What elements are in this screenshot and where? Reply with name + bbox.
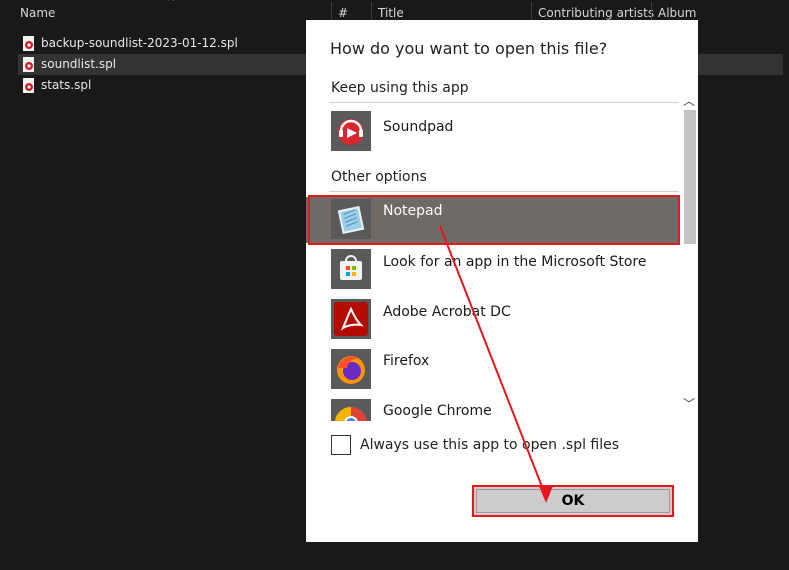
spl-file-icon (23, 78, 34, 93)
app-option-adobe-acrobat[interactable]: Adobe Acrobat DC (306, 297, 680, 343)
app-option-microsoft-store[interactable]: Look for an app in the Microsoft Store (306, 247, 680, 293)
store-icon (331, 249, 371, 289)
app-name: Look for an app in the Microsoft Store (383, 254, 647, 270)
column-number[interactable]: # (338, 6, 348, 20)
always-use-label: Always use this app to open .spl files (360, 437, 620, 453)
file-name: stats.spl (41, 78, 92, 92)
scroll-up-icon[interactable]: ︿ (683, 92, 695, 109)
scrollbar-thumb[interactable] (684, 110, 696, 244)
open-with-dialog: How do you want to open this file? Keep … (306, 20, 698, 542)
file-name: soundlist.spl (41, 57, 117, 71)
chrome-icon (331, 399, 371, 421)
app-option-firefox[interactable]: Firefox (306, 347, 680, 393)
soundpad-icon (331, 111, 371, 151)
scroll-down-icon[interactable]: ﹀ (683, 395, 695, 412)
spl-file-icon (23, 36, 34, 51)
app-name: Adobe Acrobat DC (383, 304, 511, 320)
acrobat-icon (331, 299, 371, 339)
ok-button-focus-ring (476, 489, 670, 513)
app-option-google-chrome[interactable]: Google Chrome (306, 397, 680, 421)
column-album[interactable]: Album (658, 6, 696, 20)
file-name: backup-soundlist-2023-01-12.spl (41, 36, 238, 50)
dialog-title: How do you want to open this file? (330, 39, 608, 58)
spl-file-icon (23, 57, 34, 72)
app-name: Soundpad (383, 119, 454, 135)
section-divider (329, 102, 679, 103)
app-list-scrollbar[interactable]: ︿ ﹀ (680, 92, 696, 412)
column-title[interactable]: Title (378, 6, 404, 20)
column-contributing-artists[interactable]: Contributing artists (538, 6, 654, 20)
notepad-highlight-frame (308, 195, 680, 245)
column-name[interactable]: Name (20, 6, 55, 20)
firefox-icon (331, 349, 371, 389)
keep-using-label: Keep using this app (331, 80, 469, 96)
other-options-label: Other options (331, 169, 427, 185)
ok-button[interactable]: OK (472, 485, 674, 517)
app-name: Firefox (383, 353, 430, 369)
app-option-soundpad[interactable]: Soundpad (306, 109, 680, 155)
always-use-checkbox[interactable] (331, 435, 351, 455)
sort-caret-icon: ^ (167, 0, 176, 8)
section-divider (329, 191, 679, 192)
app-name: Google Chrome (383, 403, 492, 419)
